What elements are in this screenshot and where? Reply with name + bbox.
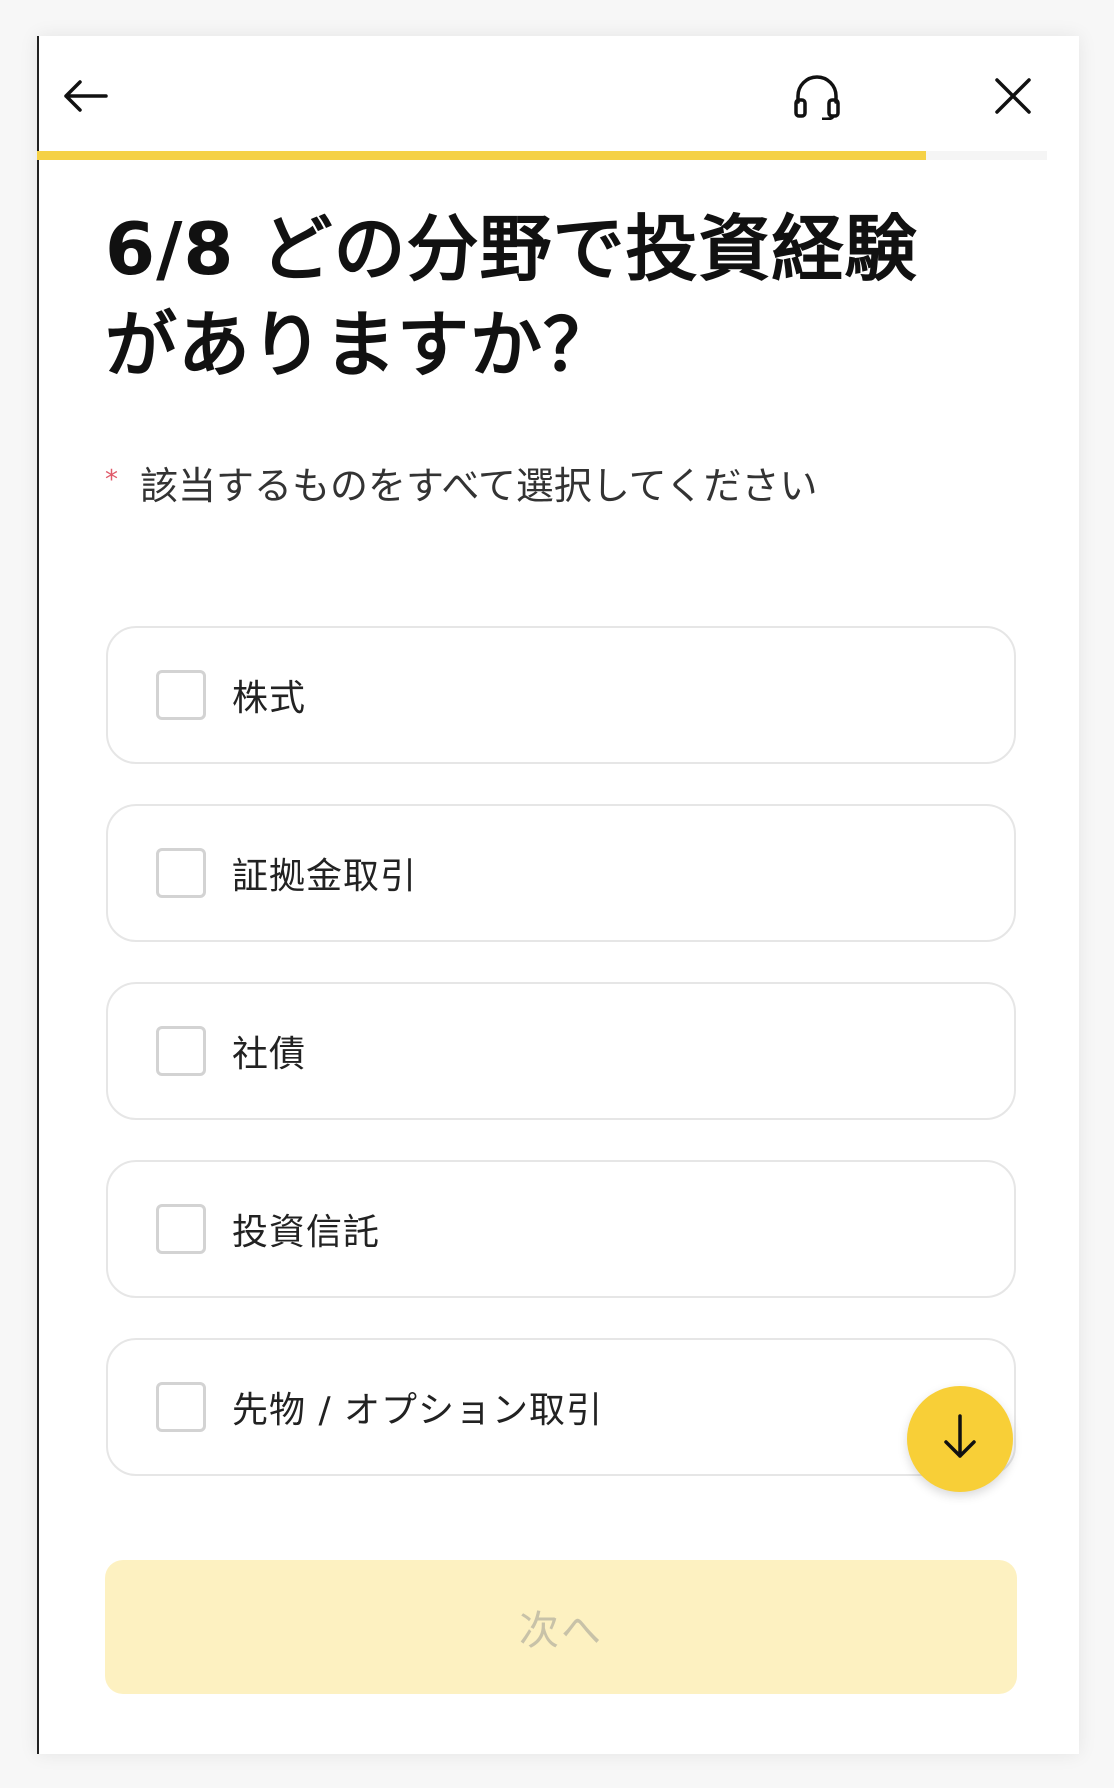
option-label: 証拠金取引 (232, 856, 418, 897)
scroll-down-button[interactable] (907, 1386, 1013, 1492)
top-bar (37, 36, 1079, 151)
checkbox[interactable] (156, 1026, 206, 1076)
question-title-line1: 6/8 どの分野で投資経験 (105, 207, 918, 291)
option-label: 投資信託 (232, 1212, 381, 1253)
instruction-label: 該当するものをすべて選択してください (140, 464, 818, 508)
option-item[interactable]: 株式 (106, 626, 1016, 764)
progress-bar-fill (37, 151, 926, 160)
instruction-text: * 該当するものをすべて選択してください (105, 461, 1005, 511)
progress-bar (37, 151, 1047, 160)
option-item[interactable]: 社債 (106, 982, 1016, 1120)
arrow-left-icon (62, 78, 108, 114)
checkbox[interactable] (156, 1204, 206, 1254)
option-item[interactable]: 証拠金取引 (106, 804, 1016, 942)
back-button[interactable] (57, 68, 113, 124)
arrow-down-icon (940, 1412, 980, 1466)
close-icon (994, 77, 1032, 115)
app-window: 6/8 どの分野で投資経験 がありますか？ * 該当するものをすべて選択してくだ… (37, 36, 1079, 1754)
required-mark: * (105, 465, 118, 495)
headphones-icon (792, 72, 842, 120)
close-button[interactable] (985, 68, 1041, 124)
question-title-line2: がありますか？ (105, 303, 617, 387)
option-label: 先物 / オプション取引 (232, 1390, 604, 1431)
option-label: 社債 (232, 1034, 307, 1075)
next-button[interactable]: 次へ (105, 1560, 1017, 1694)
question-title: 6/8 どの分野で投資経験 がありますか？ (105, 201, 1005, 393)
option-item[interactable]: 投資信託 (106, 1160, 1016, 1298)
window-edge (37, 36, 39, 1754)
support-button[interactable] (789, 68, 845, 124)
option-item[interactable]: 先物 / オプション取引 (106, 1338, 1016, 1476)
checkbox[interactable] (156, 670, 206, 720)
options-list: 株式 証拠金取引 社債 投資信託 先物 / オプション取引 (106, 626, 1016, 1516)
checkbox[interactable] (156, 1382, 206, 1432)
option-label: 株式 (232, 678, 307, 719)
checkbox[interactable] (156, 848, 206, 898)
